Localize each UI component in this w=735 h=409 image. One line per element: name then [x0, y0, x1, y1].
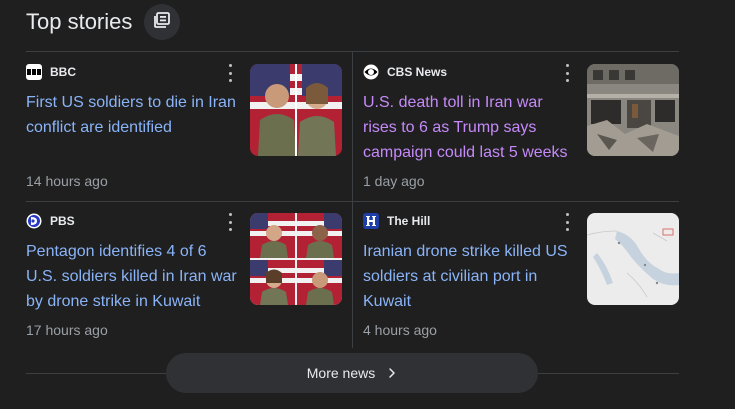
story-card-the-hill[interactable]: The Hill Iranian drone strike killed US … — [363, 201, 679, 341]
story-timestamp: 1 day ago — [363, 173, 425, 189]
source-name: The Hill — [387, 214, 431, 228]
story-headline[interactable]: First US soldiers to die in Iran conflic… — [26, 90, 241, 140]
story-card-pbs[interactable]: PBS Pentagon identifies 4 of 6 U.S. sold… — [26, 201, 342, 341]
more-news-label: More news — [306, 365, 376, 381]
story-card-bbc[interactable]: BBC First US soldiers to die in Iran con… — [26, 52, 342, 192]
story-source: CBS News — [363, 64, 447, 80]
more-options-icon[interactable] — [226, 64, 234, 82]
top-stories-panel: Top stories BBC First US soldiers to die… — [0, 0, 735, 409]
bbc-logo-icon — [26, 64, 42, 80]
section-title: Top stories — [26, 9, 133, 34]
more-news-button[interactable]: More news — [166, 353, 538, 393]
story-headline[interactable]: U.S. death toll in Iran war rises to 6 a… — [363, 90, 578, 165]
story-source: The Hill — [363, 213, 430, 229]
more-options-icon[interactable] — [226, 213, 234, 231]
damaged-building-thumbnail[interactable] — [587, 64, 679, 156]
pbs-logo-icon — [26, 213, 42, 229]
story-headline[interactable]: Pentagon identifies 4 of 6 U.S. soldiers… — [26, 239, 241, 314]
feed-icon — [153, 11, 171, 34]
story-timestamp: 17 hours ago — [26, 322, 108, 338]
soldiers-portrait-thumbnail[interactable] — [250, 64, 342, 156]
feed-button[interactable] — [144, 4, 181, 40]
the-hill-logo-icon — [363, 213, 379, 229]
top-stories-header: Top stories — [26, 4, 181, 40]
story-card-cbs-news[interactable]: CBS News U.S. death toll in Iran war ris… — [363, 52, 679, 192]
story-timestamp: 4 hours ago — [363, 322, 437, 338]
source-name: BBC — [50, 65, 76, 79]
chevron-right-icon — [387, 367, 397, 379]
column-divider — [352, 52, 353, 348]
story-source: BBC — [26, 64, 76, 80]
story-timestamp: 14 hours ago — [26, 173, 108, 189]
persian-gulf-map-thumbnail[interactable] — [587, 213, 679, 305]
more-options-icon[interactable] — [563, 213, 571, 231]
source-name: PBS — [50, 214, 75, 228]
story-headline[interactable]: Iranian drone strike killed US soldiers … — [363, 239, 578, 314]
more-options-icon[interactable] — [563, 64, 571, 82]
source-name: CBS News — [387, 65, 448, 79]
cbs-eye-logo-icon — [363, 64, 379, 80]
four-soldiers-portraits-thumbnail[interactable] — [250, 213, 342, 305]
story-source: PBS — [26, 213, 75, 229]
